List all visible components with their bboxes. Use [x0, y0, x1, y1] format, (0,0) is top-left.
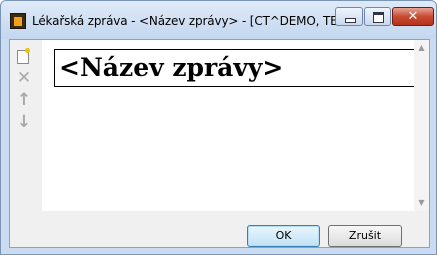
ok-button[interactable]: OK — [247, 225, 320, 247]
close-icon: ✕ — [407, 9, 419, 24]
new-document-icon[interactable] — [13, 47, 35, 67]
delete-icon: ✕ — [16, 68, 32, 88]
report-editor[interactable]: <Název zprávy> ▲ ▼ — [42, 40, 429, 211]
minimize-button[interactable] — [335, 7, 363, 26]
scroll-up-icon[interactable]: ▲ — [416, 43, 427, 53]
dialog-client-area: ✕ ↑ ↓ <Název zprávy> ▲ ▼ OK Zrušit — [9, 39, 430, 248]
maximize-button[interactable] — [364, 7, 391, 26]
delete-button[interactable]: ✕ — [13, 68, 35, 88]
dialog-footer: OK Zrušit — [42, 211, 429, 247]
title-bar[interactable]: Lékařská zpráva - <Název zprávy> - [CT^D… — [1, 1, 436, 39]
arrow-down-icon: ↓ — [16, 112, 32, 132]
side-toolbar: ✕ ↑ ↓ — [10, 40, 40, 247]
close-button[interactable]: ✕ — [392, 7, 434, 26]
arrow-up-icon: ↑ — [16, 90, 32, 110]
report-dialog-window: Lékařská zpráva - <Název zprávy> - [CT^D… — [0, 0, 437, 255]
move-down-button[interactable]: ↓ — [13, 112, 35, 132]
report-title-field[interactable]: <Název zprávy> — [54, 49, 418, 87]
move-up-button[interactable]: ↑ — [13, 90, 35, 110]
app-icon — [10, 13, 26, 29]
vertical-scrollbar[interactable]: ▲ ▼ — [414, 40, 429, 211]
report-title-text: <Název zprávy> — [59, 53, 284, 82]
window-title: Lékařská zpráva - <Název zprávy> - [CT^D… — [32, 14, 367, 28]
cancel-button[interactable]: Zrušit — [328, 225, 402, 247]
scroll-down-icon[interactable]: ▼ — [416, 198, 427, 208]
